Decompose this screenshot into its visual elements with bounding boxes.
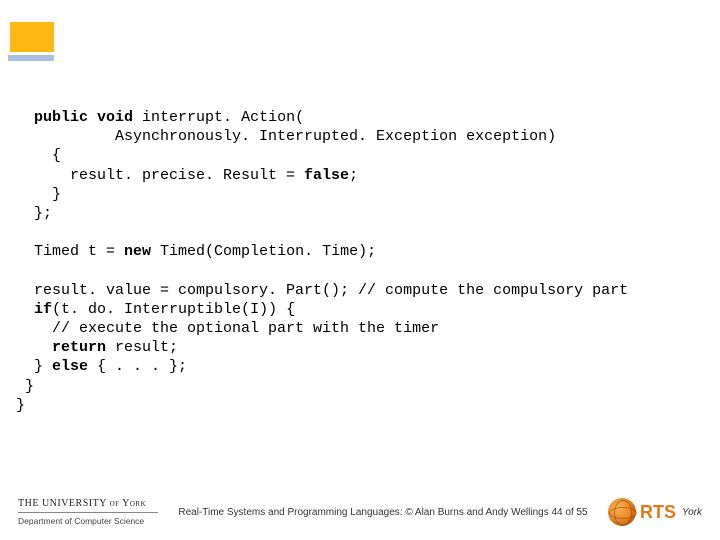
code-line: } — [16, 186, 61, 203]
code-line: { — [16, 147, 61, 164]
footer: THE UNIVERSITY of York Department of Com… — [0, 498, 720, 526]
rts-subtext: York — [682, 507, 702, 518]
code-line: }; — [16, 205, 52, 222]
university-logo: THE UNIVERSITY of York Department of Com… — [18, 498, 158, 526]
code-block: public void interrupt. Action( Asynchron… — [16, 108, 704, 415]
code-line: return result; — [16, 339, 178, 356]
globe-icon — [608, 498, 636, 526]
code-line: result. value = compulsory. Part(); // c… — [16, 282, 628, 299]
department-name: Department of Computer Science — [18, 516, 158, 526]
accent-blue — [8, 55, 54, 61]
code-line: } else { . . . }; — [16, 358, 187, 375]
accent-orange — [10, 22, 54, 52]
code-line: } — [16, 378, 34, 395]
code-line: public void interrupt. Action( — [16, 109, 304, 126]
code-line: result. precise. Result = false; — [16, 167, 358, 184]
code-line: if(t. do. Interruptible(I)) { — [16, 301, 295, 318]
rts-logo: RTS York — [608, 498, 702, 526]
university-name: THE UNIVERSITY of York — [18, 498, 158, 509]
code-line: } — [16, 397, 25, 414]
copyright-text: Real-Time Systems and Programming Langua… — [158, 507, 608, 518]
code-line: // execute the optional part with the ti… — [16, 320, 439, 337]
divider — [18, 512, 158, 513]
slide: public void interrupt. Action( Asynchron… — [0, 0, 720, 540]
code-line: Asynchronously. Interrupted. Exception e… — [16, 128, 556, 145]
code-line: Timed t = new Timed(Completion. Time); — [16, 243, 376, 260]
rts-text: RTS — [640, 502, 676, 523]
